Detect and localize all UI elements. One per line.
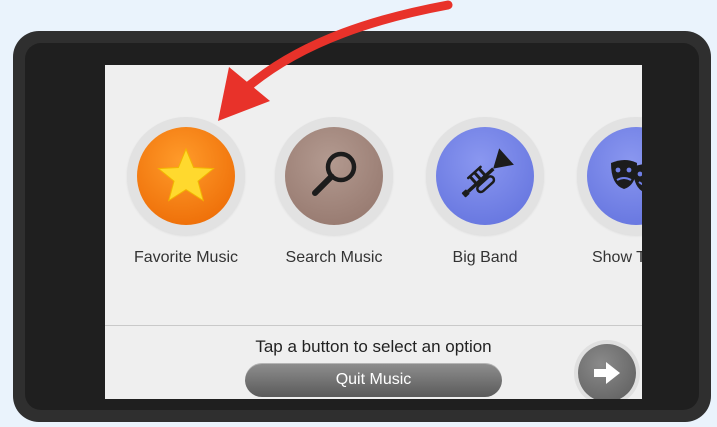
right-arrow-icon — [578, 344, 636, 399]
search-music-button[interactable]: Search Music — [259, 117, 409, 267]
tablet-device-frame: Favorite Music Search Music Big Band Sho… — [13, 31, 711, 422]
device-bezel: Favorite Music Search Music Big Band Sho… — [25, 43, 699, 410]
next-button[interactable] — [574, 340, 640, 399]
magnifier-icon — [285, 127, 383, 225]
search-music-label: Search Music — [285, 249, 383, 266]
favorite-music-label: Favorite Music — [133, 249, 239, 266]
star-icon — [137, 127, 235, 225]
theater-masks-icon — [587, 127, 642, 225]
divider — [105, 325, 642, 326]
instruction-text: Tap a button to select an option — [255, 337, 492, 356]
big-band-button[interactable]: Big Band — [410, 117, 560, 267]
app-screen: Favorite Music Search Music Big Band Sho… — [105, 65, 642, 399]
search-music-ring — [275, 117, 393, 235]
favorite-music-ring — [127, 117, 245, 235]
trumpet-icon — [436, 127, 534, 225]
show-tunes-label: Show Tunes — [591, 249, 642, 266]
favorite-music-button[interactable]: Favorite Music — [111, 117, 261, 267]
show-tunes-ring — [577, 117, 642, 235]
music-options-row: Favorite Music Search Music Big Band Sho… — [105, 65, 642, 295]
big-band-ring — [426, 117, 544, 235]
big-band-label: Big Band — [452, 249, 518, 266]
quit-music-button[interactable]: Quit Music — [245, 363, 502, 397]
show-tunes-button[interactable]: Show Tunes — [561, 117, 642, 267]
